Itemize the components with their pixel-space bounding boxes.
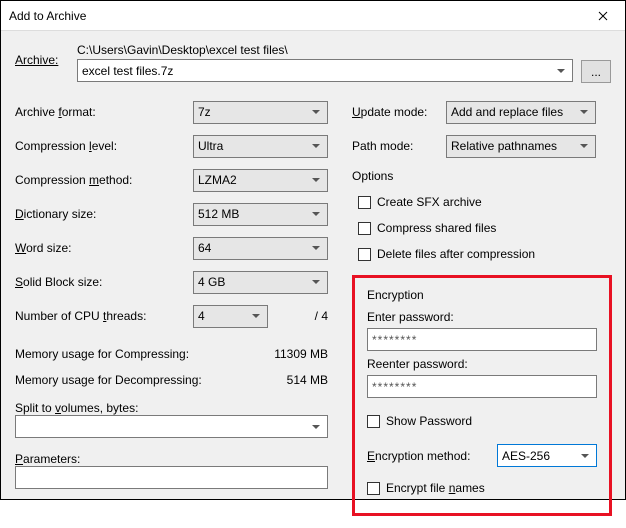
threads-label: Number of CPU threads: xyxy=(15,309,193,323)
format-select[interactable]: 7z xyxy=(193,101,328,124)
level-label: Compression level: xyxy=(15,139,193,153)
password2-input[interactable]: ******** xyxy=(367,375,597,398)
password2-label: Reenter password: xyxy=(367,357,597,371)
threads-select[interactable]: 4 xyxy=(193,305,268,328)
sfx-checkbox[interactable] xyxy=(358,196,371,209)
mem-decomp-label: Memory usage for Decompressing: xyxy=(15,373,202,387)
delete-checkbox[interactable] xyxy=(358,248,371,261)
enc-method-label: Encryption method: xyxy=(367,449,497,463)
dict-label: Dictionary size: xyxy=(15,207,193,221)
dict-select[interactable]: 512 MB xyxy=(193,203,328,226)
shared-checkbox[interactable] xyxy=(358,222,371,235)
split-label: Split to volumes, bytes: xyxy=(15,401,328,415)
method-label: Compression method: xyxy=(15,173,193,187)
update-select[interactable]: Add and replace files xyxy=(446,101,596,124)
block-select[interactable]: 4 GB xyxy=(193,271,328,294)
show-password-label: Show Password xyxy=(386,414,472,428)
mem-comp-value: 11309 MB xyxy=(274,347,328,361)
options-title: Options xyxy=(352,169,612,183)
close-button[interactable] xyxy=(580,1,625,31)
split-select[interactable] xyxy=(15,415,328,438)
level-select[interactable]: Ultra xyxy=(193,135,328,158)
shared-label: Compress shared files xyxy=(377,221,496,235)
pathmode-label: Path mode: xyxy=(352,139,446,153)
enc-method-select[interactable]: AES-256 xyxy=(497,444,597,467)
show-password-checkbox[interactable] xyxy=(367,415,380,428)
window-title: Add to Archive xyxy=(9,9,580,23)
update-label: Update mode: xyxy=(352,105,446,119)
block-label: Solid Block size: xyxy=(15,275,193,289)
archive-label: Archive: xyxy=(15,43,69,67)
password-label: Enter password: xyxy=(367,310,597,324)
dialog-window: Add to Archive Archive: C:\Users\Gavin\D… xyxy=(0,0,626,500)
pathmode-select[interactable]: Relative pathnames xyxy=(446,135,596,158)
format-label: Archive format: xyxy=(15,105,193,119)
sfx-label: Create SFX archive xyxy=(377,195,482,209)
encrypt-names-checkbox[interactable] xyxy=(367,482,380,495)
browse-button[interactable]: ... xyxy=(581,60,611,83)
delete-label: Delete files after compression xyxy=(377,247,535,261)
titlebar: Add to Archive xyxy=(1,1,625,31)
encryption-title: Encryption xyxy=(367,288,597,302)
archive-filename-select[interactable]: excel test files.7z xyxy=(77,59,573,82)
method-select[interactable]: LZMA2 xyxy=(193,169,328,192)
mem-decomp-value: 514 MB xyxy=(287,373,328,387)
archive-path: C:\Users\Gavin\Desktop\excel test files\ xyxy=(77,43,573,57)
threads-max: / 4 xyxy=(274,309,328,323)
password-input[interactable]: ******** xyxy=(367,328,597,351)
encrypt-names-label: Encrypt file names xyxy=(386,481,485,495)
word-select[interactable]: 64 xyxy=(193,237,328,260)
word-label: Word size: xyxy=(15,241,193,255)
mem-comp-label: Memory usage for Compressing: xyxy=(15,347,189,361)
encryption-group: Encryption Enter password: ******** Reen… xyxy=(352,275,612,516)
params-label: Parameters: xyxy=(15,452,328,466)
params-input[interactable] xyxy=(15,466,328,489)
